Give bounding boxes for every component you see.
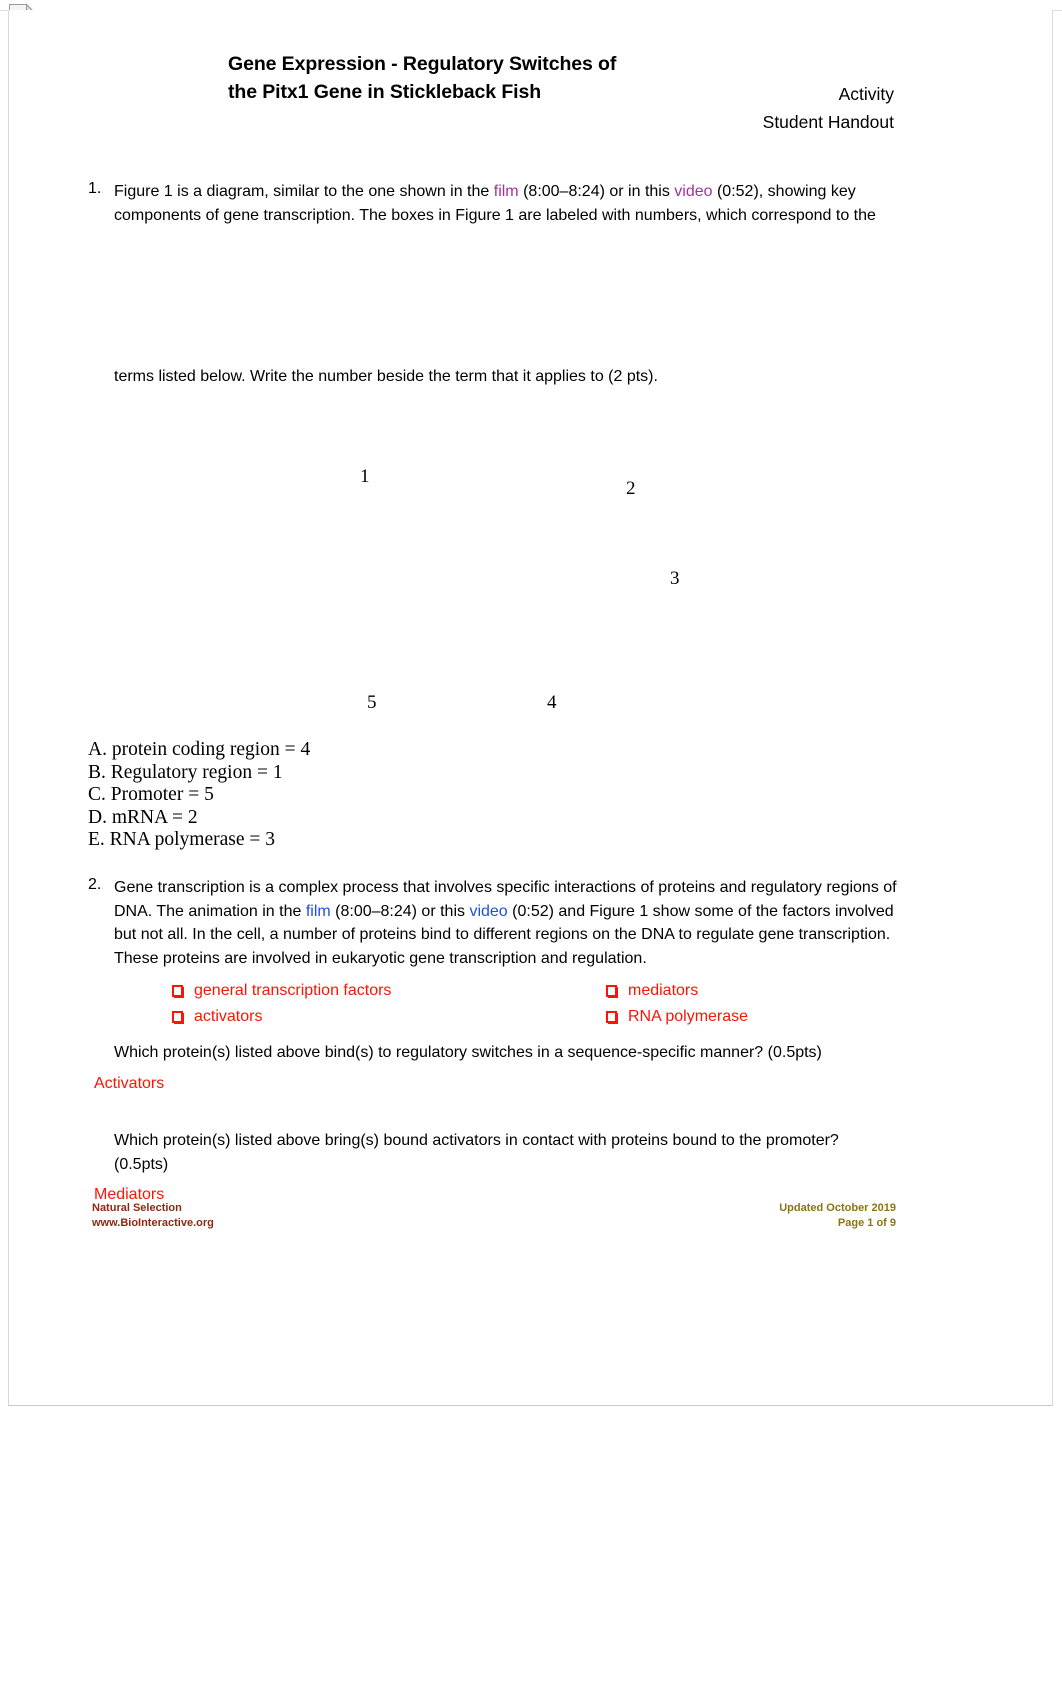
checkbox-option-label: RNA polymerase [628,1008,749,1025]
figure-label-4: 4 [547,692,557,713]
header-subtitle-line-1: Activity [838,84,894,104]
footer-website: www.BioInteractive.org [92,1216,214,1229]
checkbox-option-mediators[interactable]: mediators [606,981,698,1001]
checkbox-icon[interactable] [172,1011,183,1023]
checkbox-option-activators[interactable]: activators [172,1007,262,1027]
term-answer-b: B. Regulatory region = 1 [88,761,283,783]
checkbox-icon[interactable] [172,985,183,997]
followup-answer-1: Activators [94,1075,165,1092]
footer-right: Updated October 2019 Page 1 of 9 [779,1201,896,1230]
checkbox-option-general-transcription-factors[interactable]: general transcription factors [172,981,391,1001]
term-answer-e: E. RNA polymerase = 3 [88,829,276,851]
term-answer-a: A. protein coding region = 4 [88,739,311,760]
question-1-text-part-1: Figure 1 is a diagram, similar to the on… [114,183,494,200]
term-answer-list: A. protein coding region = 4 B. Regulato… [88,739,310,852]
question-2-number: 2. [88,876,102,893]
footer-activity-name: Natural Selection [92,1202,182,1214]
question-2-text-part-2: (8:00–8:24) or this [330,902,470,920]
question-1-text-part-2: (8:00–8:24) or in this [518,183,675,200]
figure-label-2: 2 [626,478,636,499]
header-subtitle-line-2: Student Handout [762,112,894,132]
question-1-text: Figure 1 is a diagram, similar to the on… [114,180,899,227]
checkbox-option-rna-polymerase[interactable]: RNA polymerase [606,1007,748,1027]
checkbox-option-label: general transcription factors [194,982,392,999]
video-link-2[interactable]: video [469,903,507,920]
film-link-2[interactable]: film [306,903,331,920]
checkbox-icon[interactable] [606,1011,617,1023]
video-link-1[interactable]: video [674,183,712,200]
checkbox-option-label: mediators [628,982,699,999]
footer-left: Natural Selection www.BioInteractive.org [92,1201,214,1230]
followup-question-2-line-1: Which protein(s) listed above bring(s) b… [114,1132,839,1149]
checkbox-option-label: activators [194,1008,263,1025]
page-outside-area [0,1407,1062,1700]
header-subtitle: Activity Student Handout [594,80,894,136]
term-answer-c: C. Promoter = 5 [88,784,214,806]
figure-label-3: 3 [670,568,680,589]
footer-updated-date: Updated October 2019 [779,1202,896,1214]
film-link-1[interactable]: film [494,183,519,200]
question-1-continuation: terms listed below. Write the number bes… [114,368,658,385]
followup-question-2: Which protein(s) listed above bring(s) b… [114,1129,904,1176]
page-title-line-1: Gene Expression - Regulatory Switches of [228,53,617,75]
document-viewport: Gene Expression - Regulatory Switches of… [0,0,1062,1700]
question-1-number: 1. [88,180,102,197]
figure-label-1: 1 [360,466,370,487]
followup-question-1: Which protein(s) listed above bind(s) to… [114,1044,822,1061]
figure-label-5: 5 [367,692,377,713]
question-2-text: Gene transcription is a complex process … [114,876,901,970]
checkbox-icon[interactable] [606,985,617,997]
followup-question-2-line-2: (0.5pts) [114,1155,169,1173]
term-answer-d: D. mRNA = 2 [88,806,198,828]
footer-page-number: Page 1 of 9 [837,1216,896,1229]
